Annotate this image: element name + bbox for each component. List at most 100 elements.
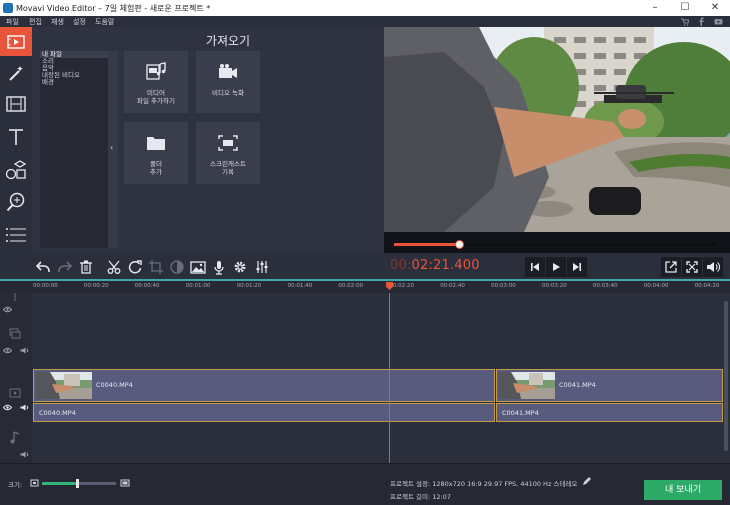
import-tool-button[interactable] bbox=[0, 27, 32, 56]
timecode-display: 00:02:21.400 bbox=[390, 258, 480, 273]
maximize-button[interactable]: ☐ bbox=[670, 0, 700, 16]
menu-file[interactable]: 파일 bbox=[6, 17, 19, 27]
clip-properties-button[interactable] bbox=[230, 257, 250, 277]
undo-button[interactable] bbox=[33, 257, 53, 277]
external-link-icon bbox=[665, 261, 677, 273]
media-files-icon bbox=[146, 62, 166, 80]
zoom-out-icon[interactable] bbox=[30, 479, 39, 487]
more-tools-button[interactable] bbox=[0, 220, 32, 249]
crop-icon bbox=[149, 260, 163, 274]
speaker-icon[interactable] bbox=[20, 347, 29, 354]
seek-knob[interactable] bbox=[454, 240, 464, 249]
speaker-icon[interactable] bbox=[20, 451, 29, 458]
audio-clip[interactable]: C0041.MP4 bbox=[496, 403, 723, 422]
import-panel: 가져오기 내 파일 소리 음악 내장된 비디오 배경 ‹ 미디어 파일 추가하기 … bbox=[32, 27, 384, 253]
menu-help[interactable]: 도움말 bbox=[95, 17, 114, 27]
zoom-slider-fill bbox=[42, 482, 77, 485]
eye-icon[interactable] bbox=[3, 404, 12, 411]
record-voice-button[interactable] bbox=[209, 257, 229, 277]
zoom-slider[interactable] bbox=[42, 479, 116, 488]
transitions-tool-button[interactable] bbox=[0, 89, 32, 118]
undo-icon bbox=[36, 261, 50, 272]
timeline-ruler[interactable]: 00:00:00 00:00:20 00:00:40 00:01:00 00:01:20… bbox=[0, 281, 730, 293]
status-bar: 크기: 프로젝트 설정: 1280x720 16:9 29.97 FPS, 44… bbox=[0, 463, 730, 505]
category-item-backgrounds[interactable]: 배경 bbox=[40, 79, 108, 86]
equalizer-icon bbox=[256, 261, 268, 273]
list-icon bbox=[6, 227, 26, 242]
zoom-label: 크기: bbox=[8, 481, 23, 489]
panel-collapse-handle[interactable]: ‹ bbox=[108, 51, 118, 248]
minimize-button[interactable]: – bbox=[640, 0, 670, 16]
add-media-files-tile[interactable]: 미디어 파일 추가하기 bbox=[124, 51, 188, 113]
audio-properties-button[interactable] bbox=[252, 257, 272, 277]
menu-play[interactable]: 재생 bbox=[51, 17, 64, 27]
record-video-tile[interactable]: 비디오 녹화 bbox=[196, 51, 260, 113]
preview-player bbox=[384, 27, 730, 253]
fullscreen-icon bbox=[686, 261, 698, 273]
edit-toolbar: 00:02:21.400 bbox=[0, 253, 730, 281]
ruler-tick-label: 00:00:20 bbox=[83, 283, 109, 289]
volume-button[interactable] bbox=[703, 257, 723, 277]
titles-tool-button[interactable] bbox=[0, 122, 32, 151]
clip-label: C0040.MP4 bbox=[96, 381, 133, 389]
cart-icon[interactable] bbox=[680, 17, 689, 26]
cut-button[interactable] bbox=[104, 257, 124, 277]
image-icon bbox=[190, 260, 206, 274]
tile-label: 파일 추가하기 bbox=[137, 97, 175, 105]
chevron-left-icon: ‹ bbox=[110, 143, 114, 152]
close-button[interactable]: ✕ bbox=[700, 0, 730, 16]
video-clip[interactable]: C0041.MP4 bbox=[496, 369, 723, 402]
clip-label: C0041.MP4 bbox=[502, 409, 539, 417]
playhead-line bbox=[389, 293, 390, 468]
facebook-icon[interactable] bbox=[697, 17, 706, 26]
speaker-icon[interactable] bbox=[20, 404, 29, 411]
youtube-icon[interactable] bbox=[714, 17, 723, 26]
skip-back-icon bbox=[531, 263, 539, 271]
skip-forward-icon bbox=[573, 263, 581, 271]
zoom-slider-knob[interactable] bbox=[75, 479, 79, 488]
color-adjust-button[interactable] bbox=[167, 257, 187, 277]
project-settings-text: 프로젝트 설정: 1280x720 16:9 29.97 FPS, 44100 … bbox=[390, 480, 578, 488]
previous-frame-button[interactable] bbox=[525, 257, 545, 277]
ruler-tick-label: 00:00:00 bbox=[33, 283, 58, 289]
export-button[interactable]: 내 보내기 bbox=[644, 480, 722, 500]
audio-clip[interactable]: C0040.MP4 bbox=[33, 403, 495, 422]
ruler-tick-label: 00:02:00 bbox=[338, 283, 364, 289]
zoom-tool-button[interactable] bbox=[0, 187, 32, 216]
pencil-icon[interactable] bbox=[582, 477, 591, 486]
video-clip[interactable]: C0040.MP4 bbox=[33, 369, 495, 402]
stickers-tool-button[interactable] bbox=[0, 155, 32, 184]
delete-button[interactable] bbox=[76, 257, 96, 277]
ruler-tick-label: 00:02:20 bbox=[389, 283, 414, 289]
eye-icon[interactable] bbox=[3, 347, 12, 354]
clip-label: C0040.MP4 bbox=[39, 409, 76, 417]
redo-icon bbox=[58, 261, 72, 272]
crop-button[interactable] bbox=[146, 257, 166, 277]
filters-tool-button[interactable] bbox=[0, 58, 32, 87]
ruler-tick-label: 00:04:20 bbox=[694, 283, 720, 289]
menu-settings[interactable]: 설정 bbox=[73, 17, 86, 27]
ruler-tick-label: 00:01:40 bbox=[287, 283, 313, 289]
import-panel-title: 가져오기 bbox=[205, 34, 251, 48]
redo-button[interactable] bbox=[55, 257, 75, 277]
rotate-button[interactable] bbox=[125, 257, 145, 277]
add-folder-tile[interactable]: 폴더 추가 bbox=[124, 122, 188, 184]
next-frame-button[interactable] bbox=[567, 257, 587, 277]
play-button[interactable] bbox=[546, 257, 566, 277]
menu-edit[interactable]: 편집 bbox=[29, 17, 42, 27]
fullscreen-button[interactable] bbox=[682, 257, 702, 277]
track-header-column bbox=[0, 293, 32, 463]
ruler-tick-label: 00:03:40 bbox=[592, 283, 618, 289]
timecode-hours: 00: bbox=[390, 258, 412, 273]
vertical-scrollbar[interactable] bbox=[724, 301, 728, 451]
image-button[interactable] bbox=[188, 257, 208, 277]
eye-icon[interactable] bbox=[3, 306, 12, 313]
zoom-in-icon[interactable] bbox=[120, 479, 130, 487]
seek-bar[interactable] bbox=[394, 240, 718, 249]
tile-label: 스크린캐스트 bbox=[210, 160, 246, 168]
ruler-tick-label: 00:03:20 bbox=[542, 283, 567, 289]
detach-player-button[interactable] bbox=[661, 257, 681, 277]
app-logo-icon bbox=[3, 3, 13, 13]
screencast-icon bbox=[218, 135, 238, 151]
record-screencast-tile[interactable]: 스크린캐스트 기록 bbox=[196, 122, 260, 184]
